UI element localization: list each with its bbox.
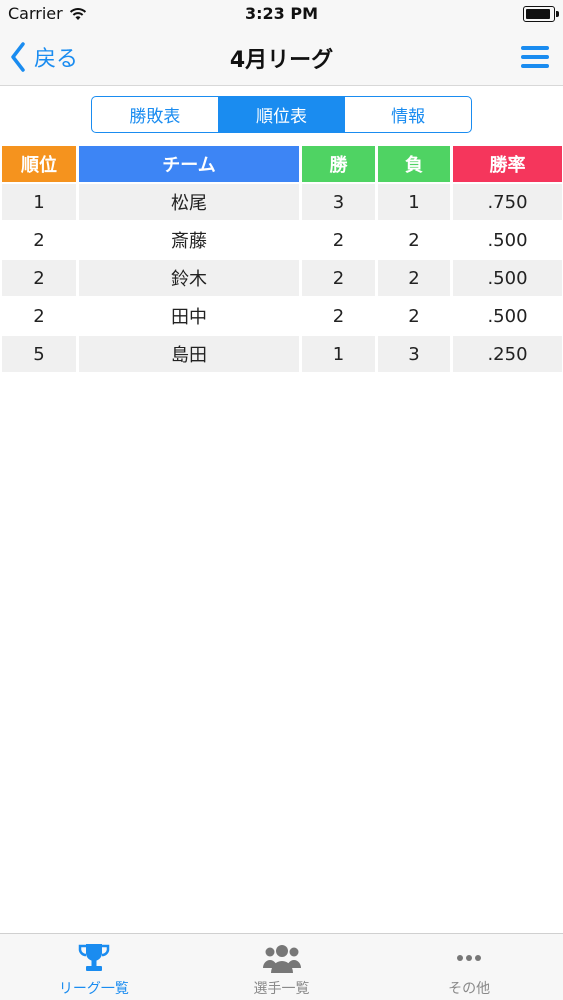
wins-cell: 2 — [302, 298, 375, 334]
table-row[interactable]: 2 鈴木 2 2.500 — [2, 260, 562, 296]
losses-cell: 3 — [378, 336, 450, 372]
battery-icon — [523, 6, 559, 22]
wins-cell: 1 — [302, 336, 375, 372]
losses-cell: 2 — [378, 222, 450, 258]
rank-cell: 1 — [2, 184, 76, 220]
rank-cell: 2 — [2, 260, 76, 296]
table-header-row: 順位 チーム勝負勝率 — [2, 146, 562, 182]
team-cell: 斎藤 — [79, 222, 299, 258]
more-icon — [449, 942, 489, 974]
wins-cell: 2 — [302, 260, 375, 296]
tab-more[interactable]: その他 — [375, 934, 563, 1000]
losses-cell: 2 — [378, 260, 450, 296]
tab-label: その他 — [448, 981, 491, 997]
users-icon — [262, 942, 302, 974]
losses-cell: 2 — [378, 298, 450, 334]
team-cell: 鈴木 — [79, 260, 299, 296]
header-team: チーム — [79, 146, 299, 182]
status-bar: Carrier 3:23 PM — [0, 0, 563, 28]
header-win-rate: 勝率 — [453, 146, 562, 182]
page-title: 4月リーグ — [229, 48, 334, 73]
trophy-icon — [74, 942, 114, 974]
win-rate-cell: .750 — [453, 184, 562, 220]
team-cell: 田中 — [79, 298, 299, 334]
tab-bar: リーグ一覧 選手一覧 その他 — [0, 933, 563, 1000]
rank-cell: 2 — [2, 222, 76, 258]
wins-cell: 2 — [302, 222, 375, 258]
rank-cell: 5 — [2, 336, 76, 372]
header-wins: 勝 — [302, 146, 375, 182]
view-segmented-control: 勝敗表 順位表 情報 — [91, 96, 472, 133]
win-rate-cell: .500 — [453, 298, 562, 334]
table-row[interactable]: 2 田中 2 2.500 — [2, 298, 562, 334]
table-row[interactable]: 2 斎藤 2 2.500 — [2, 222, 562, 258]
win-rate-cell: .500 — [453, 260, 562, 296]
segment-info[interactable]: 情報 — [345, 97, 471, 132]
losses-cell: 1 — [378, 184, 450, 220]
segment-results[interactable]: 勝敗表 — [92, 97, 219, 132]
team-cell: 松尾 — [79, 184, 299, 220]
win-rate-cell: .250 — [453, 336, 562, 372]
header-losses: 負 — [378, 146, 450, 182]
win-rate-cell: .500 — [453, 222, 562, 258]
tab-player-list[interactable]: 選手一覧 — [188, 934, 376, 1000]
team-cell: 島田 — [79, 336, 299, 372]
status-time: 3:23 PM — [244, 4, 318, 23]
tab-league-list[interactable]: リーグ一覧 — [0, 934, 188, 1000]
header-rank: 順位 — [2, 146, 76, 182]
segment-standings[interactable]: 順位表 — [218, 97, 346, 132]
wins-cell: 3 — [302, 184, 375, 220]
table-body: 1 松尾 3 1.750 2 斎藤 2 2.500 2 鈴木 2 2.500 2 田中 2 2.500 5 島田 1… — [2, 184, 562, 372]
nav-bar: 戻る 4月リーグ — [0, 28, 563, 86]
tab-label: 選手一覧 — [253, 981, 310, 997]
table-row[interactable]: 5 島田 1 3.250 — [2, 336, 562, 372]
rank-cell: 2 — [2, 298, 76, 334]
table-row[interactable]: 1 松尾 3 1.750 — [2, 184, 562, 220]
standings-table: 順位 チーム勝負勝率 1 松尾 3 1.750 2 斎藤 2 2.500 2 鈴木 2 2.500 2 田中… — [2, 146, 562, 374]
tab-label: リーグ一覧 — [58, 981, 129, 997]
menu-icon[interactable] — [521, 46, 549, 68]
